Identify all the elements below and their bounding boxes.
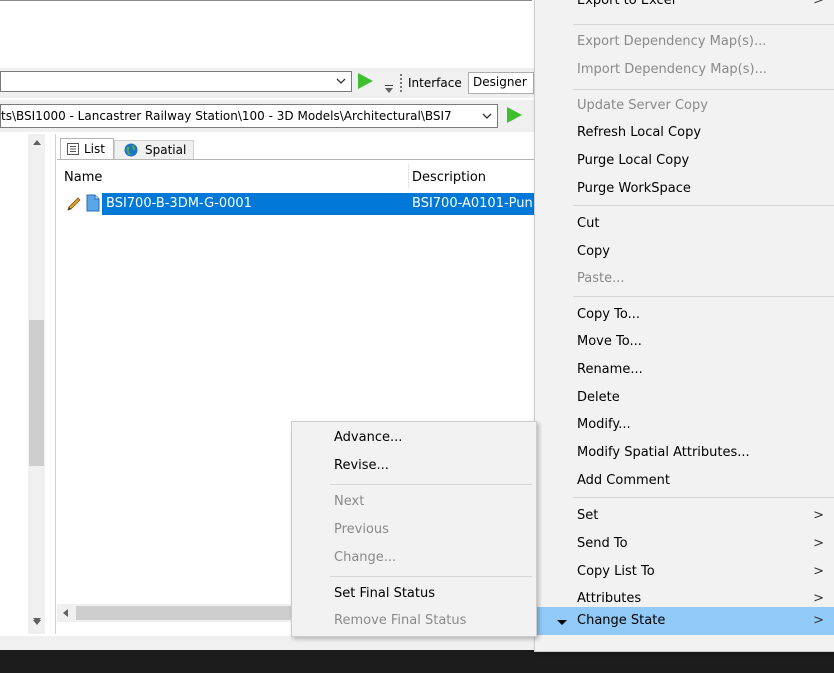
menu-separator xyxy=(573,89,834,90)
menu-item-modify[interactable]: Modify... xyxy=(535,412,834,438)
row-description-cell: BSI700-A0101-Pun xyxy=(412,196,533,211)
menu-item-copy-to[interactable]: Copy To... xyxy=(535,302,834,328)
document-context-menu: Export to Excel > Export Dependency Map(s… xyxy=(534,0,834,652)
menu-item-change[interactable]: Change... xyxy=(292,545,536,571)
column-header-name[interactable]: Name xyxy=(64,170,102,185)
change-state-submenu: Advance... Revise... Next Previous Chang… xyxy=(291,421,537,637)
menu-item-set[interactable]: Set > xyxy=(535,503,834,529)
go-icon[interactable] xyxy=(507,107,522,123)
row-name-cell: BSI700-B-3DM-G-0001 xyxy=(106,196,252,211)
submenu-arrow-icon: > xyxy=(813,613,824,628)
submenu-arrow-icon: > xyxy=(813,536,824,551)
menu-item-previous[interactable]: Previous xyxy=(292,517,536,543)
menu-separator xyxy=(573,497,834,498)
toolbar-grip[interactable] xyxy=(400,74,405,92)
top-border xyxy=(0,0,532,1)
scroll-up-icon[interactable] xyxy=(33,140,41,145)
tab-spatial-label: Spatial xyxy=(145,143,187,157)
tree-scroll-thumb[interactable] xyxy=(29,320,44,466)
status-bar xyxy=(0,636,534,650)
list-scroll-thumb[interactable] xyxy=(76,606,291,620)
menu-item-paste[interactable]: Paste... xyxy=(535,266,834,292)
folder-path-combo[interactable]: ts\BSI1000 - Lancastrer Railway Station\… xyxy=(0,104,498,128)
menu-item-modify-spatial-attributes[interactable]: Modify Spatial Attributes... xyxy=(535,440,834,466)
pencil-icon xyxy=(67,197,81,211)
scroll-left-icon[interactable] xyxy=(63,609,68,617)
menu-separator xyxy=(330,484,532,485)
menu-item-purge-workspace[interactable]: Purge WorkSpace xyxy=(535,176,834,202)
menu-item-rename[interactable]: Rename... xyxy=(535,357,834,383)
folder-path-value: ts\BSI1000 - Lancastrer Railway Station\… xyxy=(1,109,452,123)
menu-separator xyxy=(573,205,834,206)
menu-item-send-to[interactable]: Send To > xyxy=(535,531,834,557)
taskbar xyxy=(0,650,834,673)
list-icon xyxy=(67,143,79,155)
tab-list-label: List xyxy=(84,142,105,156)
menu-item-revise[interactable]: Revise... xyxy=(292,453,536,479)
interface-combo[interactable] xyxy=(0,71,352,92)
tree-scroll-down-icon[interactable] xyxy=(33,620,41,625)
menu-item-change-state[interactable]: Change State > xyxy=(535,607,834,635)
tab-spatial[interactable]: Spatial xyxy=(114,140,194,160)
menu-item-set-final-status[interactable]: Set Final Status xyxy=(292,581,536,607)
menu-separator xyxy=(330,576,532,577)
menu-item-export-excel[interactable]: Export to Excel > xyxy=(535,0,834,14)
menu-scroll-down-icon[interactable] xyxy=(557,620,567,625)
tab-list[interactable]: List xyxy=(60,138,114,160)
menu-item-import-dependency[interactable]: Import Dependency Map(s)... xyxy=(535,57,834,83)
menu-item-cut[interactable]: Cut xyxy=(535,211,834,237)
top-pane xyxy=(0,0,532,64)
menu-item-remove-final-status[interactable]: Remove Final Status xyxy=(292,608,536,634)
menu-item-move-to[interactable]: Move To... xyxy=(535,329,834,355)
run-icon[interactable] xyxy=(358,73,373,89)
column-separator[interactable] xyxy=(408,164,409,188)
menu-item-update-server-copy[interactable]: Update Server Copy xyxy=(535,93,834,119)
chevron-down-icon[interactable] xyxy=(481,110,493,122)
dropdown-arrow-icon[interactable] xyxy=(384,83,394,93)
menu-item-next[interactable]: Next xyxy=(292,489,536,515)
globe-icon xyxy=(124,143,138,157)
interface-label: Interface xyxy=(408,76,462,90)
column-header-description[interactable]: Description xyxy=(412,170,486,185)
menu-separator xyxy=(573,296,834,297)
menu-item-copy[interactable]: Copy xyxy=(535,239,834,265)
menu-item-copy-list-to[interactable]: Copy List To > xyxy=(535,559,834,585)
menu-item-refresh-local-copy[interactable]: Refresh Local Copy xyxy=(535,120,834,146)
menu-item-add-comment[interactable]: Add Comment xyxy=(535,468,834,494)
menu-separator xyxy=(573,24,834,25)
menu-item-delete[interactable]: Delete xyxy=(535,385,834,411)
document-icon xyxy=(86,194,100,212)
menu-item-export-dependency[interactable]: Export Dependency Map(s)... xyxy=(535,29,834,55)
submenu-arrow-icon: > xyxy=(813,508,824,523)
menu-item-purge-local-copy[interactable]: Purge Local Copy xyxy=(535,148,834,174)
menu-item-advance[interactable]: Advance... xyxy=(292,425,536,451)
submenu-arrow-icon: > xyxy=(813,564,824,579)
tab-divider xyxy=(57,159,534,160)
submenu-arrow-icon: > xyxy=(813,0,824,8)
designer-button[interactable]: Designer xyxy=(468,72,534,94)
chevron-down-icon[interactable] xyxy=(335,75,347,87)
